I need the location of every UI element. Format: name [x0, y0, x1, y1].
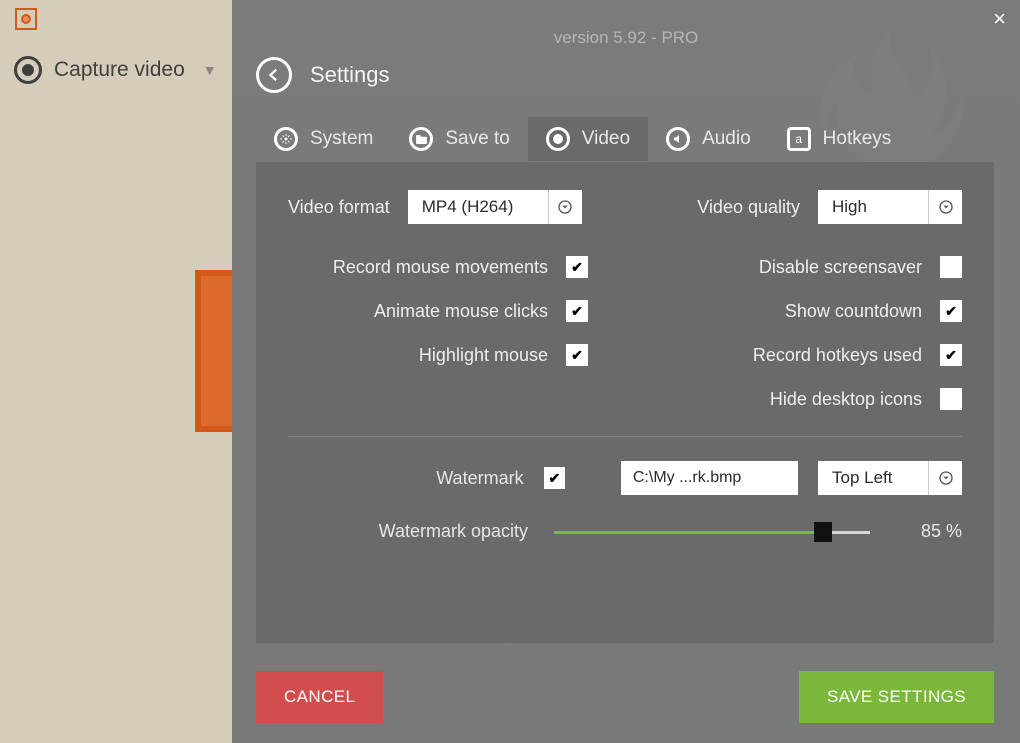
- tab-label: Save to: [445, 128, 509, 150]
- chevron-down-icon: [928, 190, 962, 224]
- capture-label: Capture video: [54, 58, 185, 82]
- checkbox-label: Highlight mouse: [419, 345, 548, 366]
- tab-video[interactable]: Video: [528, 117, 648, 161]
- watermark-position-select[interactable]: Top Left: [818, 461, 962, 495]
- chevron-down-icon: [928, 461, 962, 495]
- opacity-value: 85 %: [896, 521, 962, 542]
- gear-icon: [274, 127, 298, 151]
- checkbox[interactable]: [940, 388, 962, 410]
- opacity-label: Watermark opacity: [288, 521, 528, 542]
- watermark-label: Watermark: [288, 468, 524, 489]
- checkbox[interactable]: ✔: [566, 300, 588, 322]
- checkbox[interactable]: ✔: [940, 344, 962, 366]
- video-format-select[interactable]: MP4 (H264): [408, 190, 582, 224]
- chevron-down-icon: ▼: [203, 62, 217, 78]
- record-icon: [14, 56, 42, 84]
- checkbox-row: Animate mouse clicks ✔: [288, 300, 588, 322]
- close-button[interactable]: ×: [993, 6, 1006, 32]
- checkbox-label: Show countdown: [785, 301, 922, 322]
- tab-hotkeys[interactable]: a Hotkeys: [769, 117, 910, 161]
- tab-label: Audio: [702, 128, 751, 150]
- tab-label: System: [310, 128, 373, 150]
- page-title: Settings: [310, 62, 390, 88]
- divider: [288, 436, 962, 437]
- checkbox-row: Record hotkeys used ✔: [628, 344, 962, 366]
- checkbox-label: Record mouse movements: [333, 257, 548, 278]
- video-quality-select[interactable]: High: [818, 190, 962, 224]
- app-icon: [15, 8, 37, 30]
- checkbox-row: Highlight mouse ✔: [288, 344, 588, 366]
- tab-bar: System Save to Video Audio a Hotkeys: [256, 117, 909, 161]
- checkbox-row: Disable screensaver: [628, 256, 962, 278]
- checkbox-label: Hide desktop icons: [770, 389, 922, 410]
- video-quality-label: Video quality: [697, 197, 800, 218]
- select-value: Top Left: [818, 468, 928, 488]
- watermark-path-input[interactable]: C:\My ...rk.bmp: [621, 461, 798, 495]
- select-value: MP4 (H264): [408, 197, 548, 217]
- checkbox-row: Show countdown ✔: [628, 300, 962, 322]
- checkbox[interactable]: ✔: [940, 300, 962, 322]
- video-format-label: Video format: [288, 197, 390, 218]
- back-button[interactable]: [256, 57, 292, 93]
- video-icon: [546, 127, 570, 151]
- checkbox-label: Record hotkeys used: [753, 345, 922, 366]
- checkbox-row: Hide desktop icons: [628, 388, 962, 410]
- watermark-checkbox[interactable]: ✔: [544, 467, 566, 489]
- opacity-slider[interactable]: [554, 527, 870, 537]
- tab-label: Video: [582, 128, 630, 150]
- checkbox[interactable]: ✔: [566, 256, 588, 278]
- capture-mode-selector[interactable]: Capture video ▼: [14, 56, 217, 84]
- checkbox[interactable]: ✔: [566, 344, 588, 366]
- tab-audio[interactable]: Audio: [648, 117, 769, 161]
- cancel-button[interactable]: CANCEL: [256, 671, 383, 723]
- select-value: High: [818, 197, 928, 217]
- settings-panel: version 5.92 - PRO × Settings System Sav…: [232, 0, 1020, 743]
- chevron-down-icon: [548, 190, 582, 224]
- sidebar: Capture video ▼: [0, 0, 232, 743]
- save-settings-button[interactable]: SAVE SETTINGS: [799, 671, 994, 723]
- checkbox-label: Animate mouse clicks: [374, 301, 548, 322]
- tab-label: Hotkeys: [823, 128, 892, 150]
- checkbox[interactable]: [940, 256, 962, 278]
- tab-system[interactable]: System: [256, 117, 391, 161]
- checkbox-row: Record mouse movements ✔: [288, 256, 588, 278]
- checkbox-label: Disable screensaver: [759, 257, 922, 278]
- folder-icon: [409, 127, 433, 151]
- tab-saveto[interactable]: Save to: [391, 117, 527, 161]
- audio-icon: [666, 127, 690, 151]
- hotkeys-icon: a: [787, 127, 811, 151]
- video-settings-panel: Video format MP4 (H264) Video quality Hi…: [256, 162, 994, 643]
- version-label: version 5.92 - PRO: [232, 28, 1020, 48]
